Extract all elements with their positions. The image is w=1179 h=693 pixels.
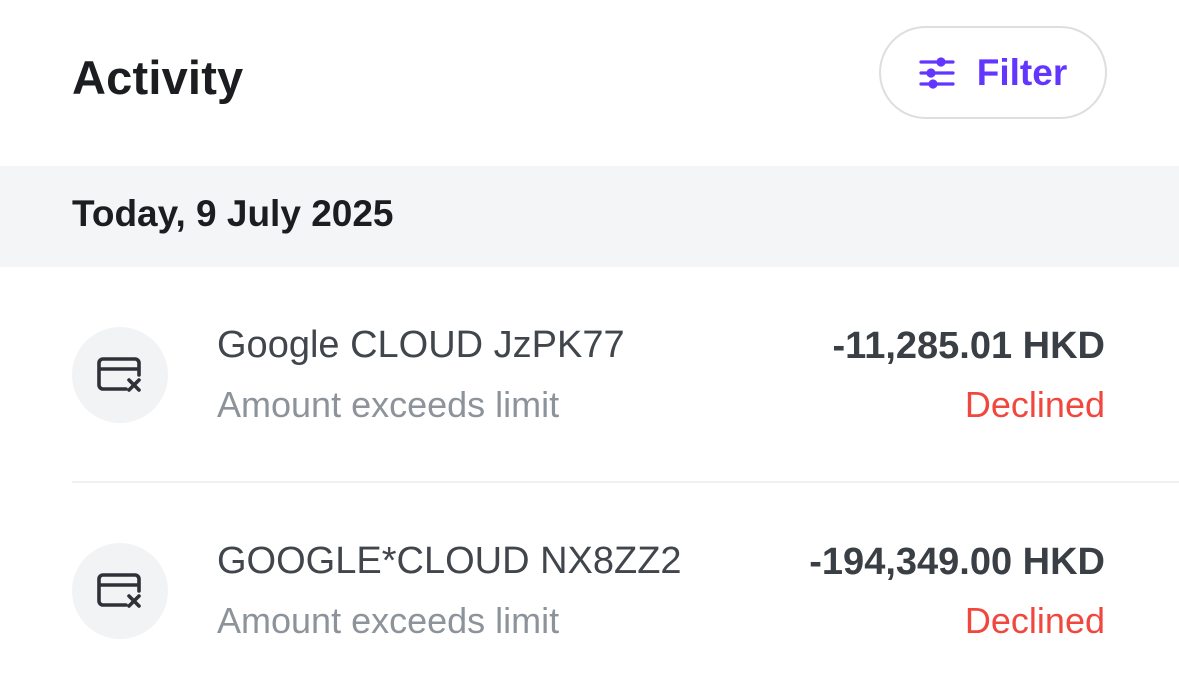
activity-header: Activity Filter bbox=[0, 0, 1179, 166]
transaction-reason: Amount exceeds limit bbox=[217, 384, 560, 425]
transaction-reason: Amount exceeds limit bbox=[217, 600, 560, 641]
activity-page: Activity Filter Today, 9 July 2025 Googl… bbox=[0, 0, 1179, 693]
transaction-status: Declined bbox=[964, 384, 1105, 425]
filter-button[interactable]: Filter bbox=[879, 26, 1107, 119]
transaction-merchant: GOOGLE*CLOUD NX8ZZ2 bbox=[217, 540, 682, 582]
page-title: Activity bbox=[72, 51, 244, 104]
transaction-merchant: Google CLOUD JzPK77 bbox=[217, 324, 625, 366]
transaction-amount: -11,285.01 HKD bbox=[832, 325, 1106, 367]
sliders-icon bbox=[919, 56, 955, 89]
transaction-row[interactable]: GOOGLE*CLOUD NX8ZZ2 Amount exceeds limit… bbox=[0, 483, 1179, 693]
transaction-status: Declined bbox=[964, 600, 1105, 641]
transaction-amount: -194,349.00 HKD bbox=[809, 541, 1105, 583]
card-declined-icon bbox=[72, 543, 168, 639]
filter-button-label: Filter bbox=[976, 51, 1068, 93]
date-group-header: Today, 9 July 2025 bbox=[0, 166, 1179, 267]
card-declined-icon bbox=[72, 327, 168, 423]
date-group-label: Today, 9 July 2025 bbox=[72, 193, 394, 234]
transaction-row[interactable]: Google CLOUD JzPK77 Amount exceeds limit… bbox=[0, 267, 1179, 482]
